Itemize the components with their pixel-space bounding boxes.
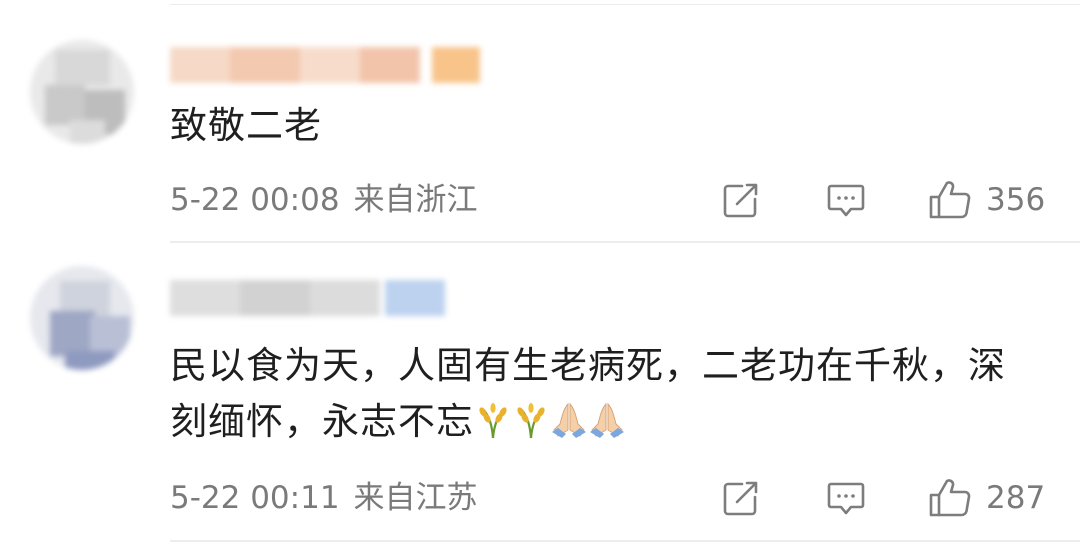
thumbs-up-icon (929, 181, 971, 219)
comment-text: 致敬二老 (170, 104, 322, 147)
thumbs-up-icon (929, 479, 971, 517)
share-icon (723, 481, 758, 516)
username[interactable] (170, 47, 480, 83)
repost-button[interactable] (722, 478, 760, 518)
comment-text: 民以食为天，人固有生老病死，二老功在千秋，深刻缅怀，永志不忘 (170, 338, 1040, 450)
comment-icon (827, 482, 865, 515)
comment-item: 致敬二老 5-22 00:08 来自浙江 356 (0, 0, 1080, 243)
username[interactable] (170, 280, 445, 316)
reply-button[interactable] (826, 478, 866, 518)
reply-button[interactable] (826, 180, 866, 220)
like-count: 356 (986, 182, 1046, 218)
praying-hands-icon (590, 402, 624, 438)
share-icon (723, 183, 758, 218)
repost-button[interactable] (722, 180, 760, 220)
praying-hands-icon (552, 402, 586, 438)
like-count: 287 (986, 480, 1046, 516)
comment-actions: 356 (0, 180, 1080, 220)
rice-icon (479, 403, 507, 439)
divider (170, 540, 1080, 542)
avatar[interactable] (30, 266, 134, 370)
rice-icon (517, 403, 545, 439)
like-button[interactable]: 287 (928, 478, 1045, 518)
divider (170, 241, 1080, 243)
like-button[interactable]: 356 (928, 180, 1045, 220)
avatar[interactable] (30, 40, 134, 144)
comment-item: 民以食为天，人固有生老病死，二老功在千秋，深刻缅怀，永志不忘 5-22 00:1… (0, 244, 1080, 544)
comment-icon (827, 184, 865, 217)
comment-actions: 287 (0, 478, 1080, 518)
